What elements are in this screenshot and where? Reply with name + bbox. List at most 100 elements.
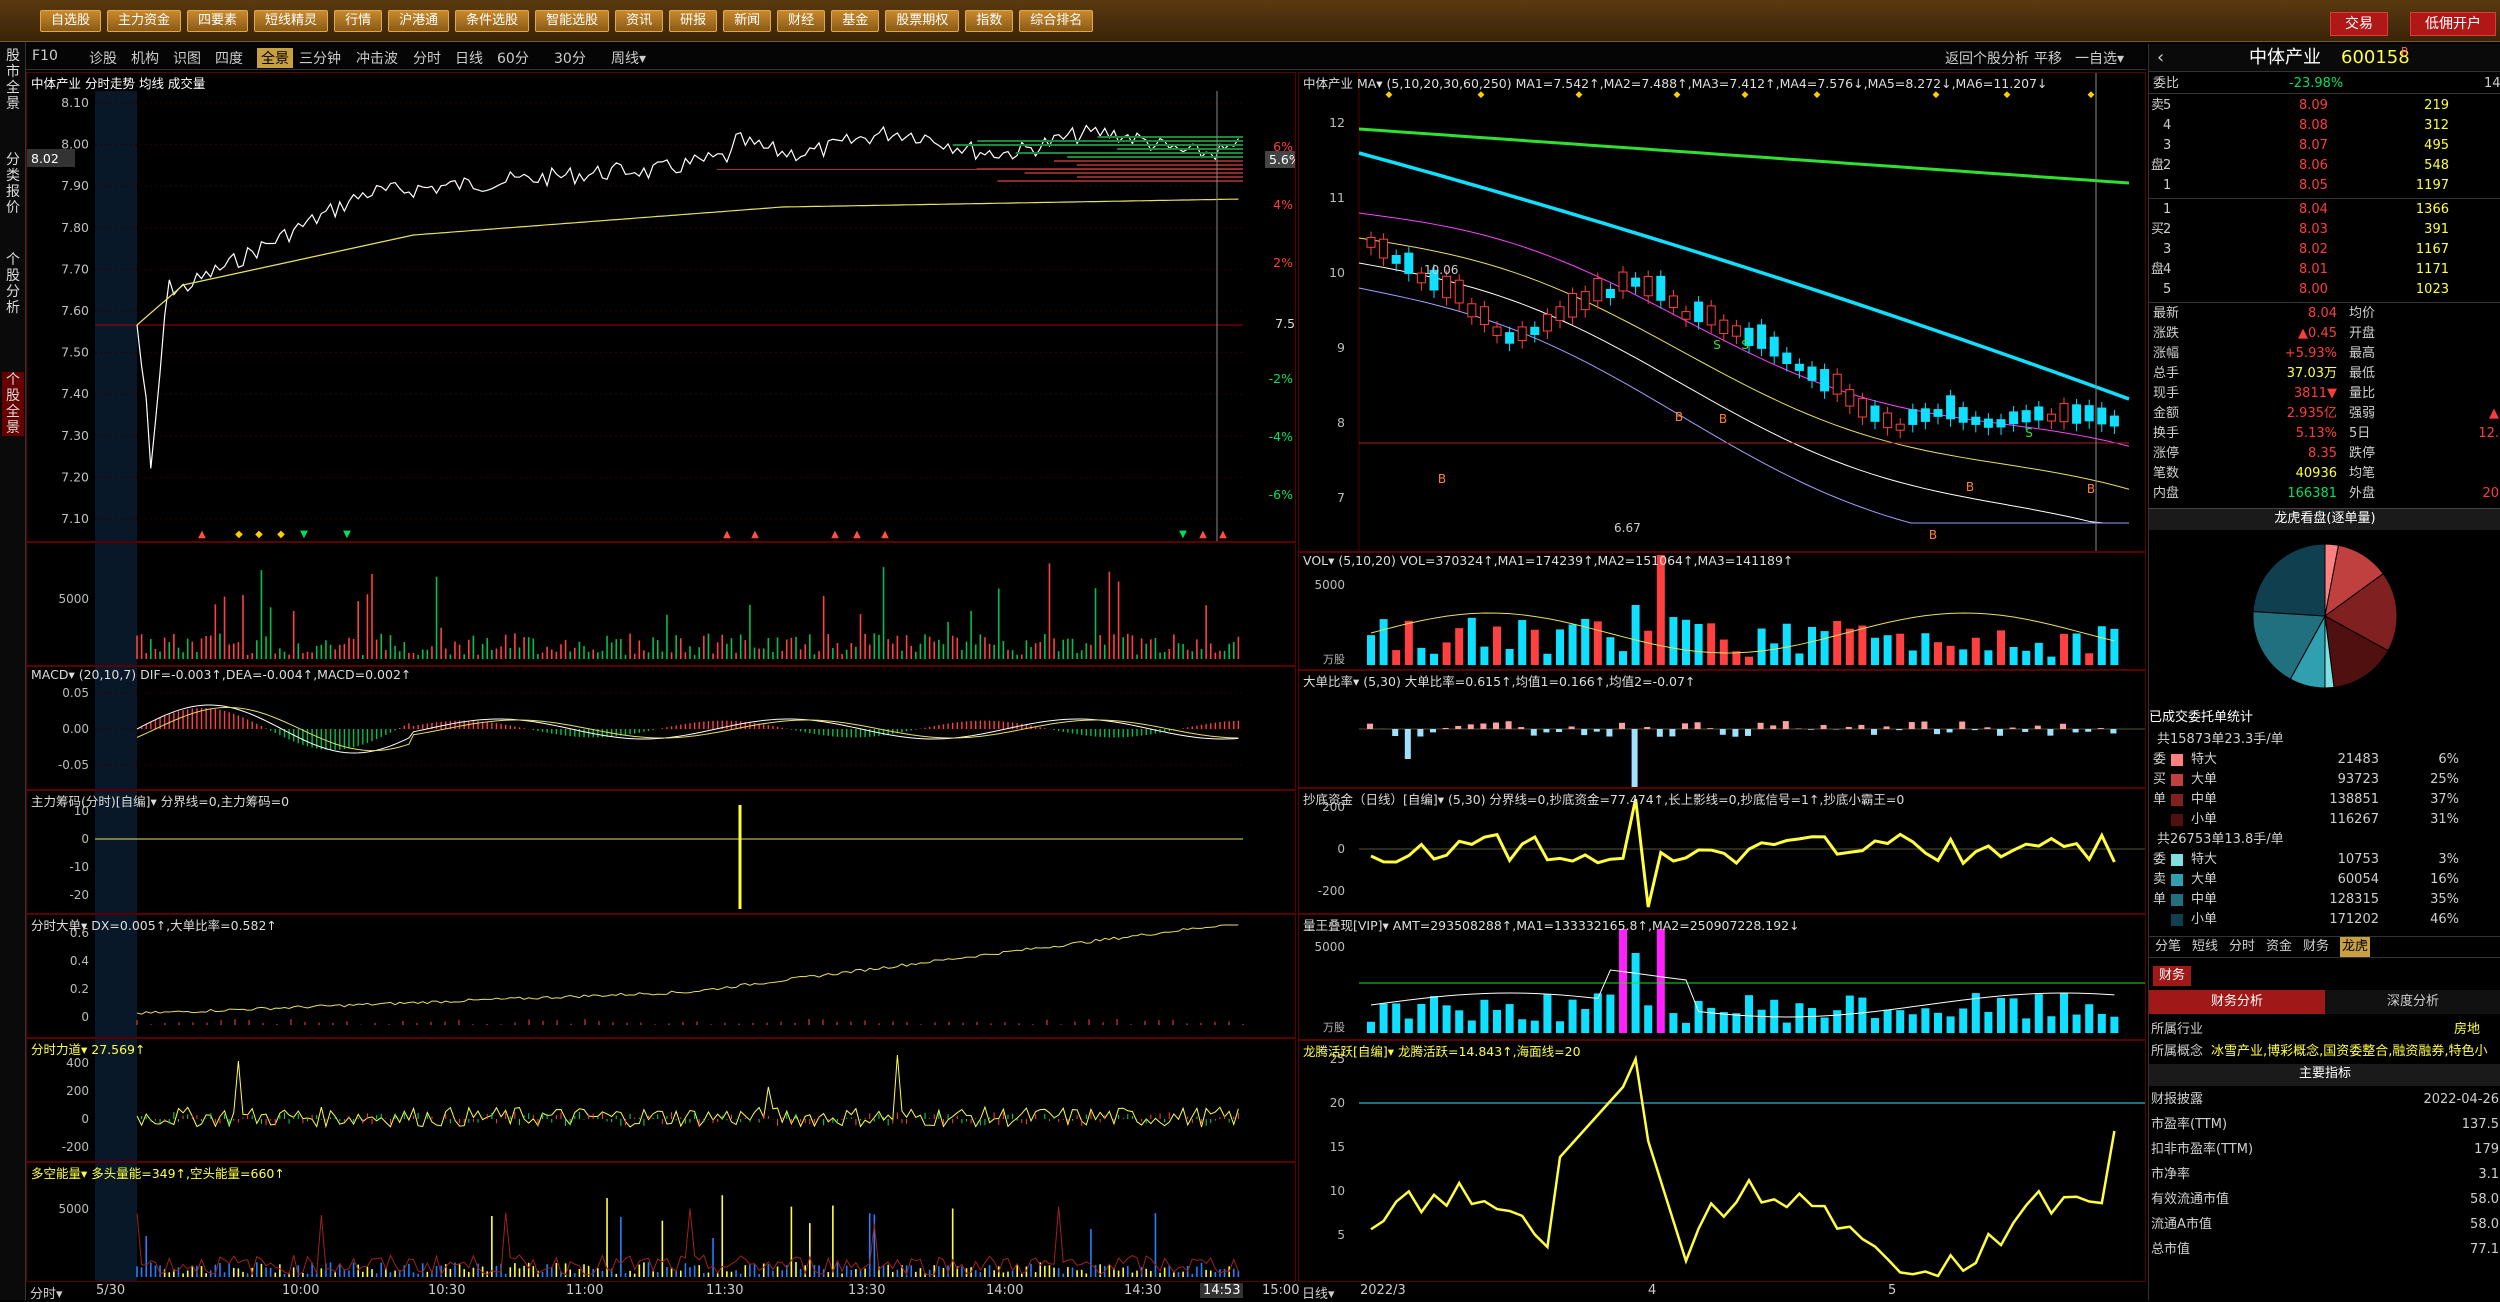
toolbar-right-1[interactable]: 平移 [2034,48,2062,68]
quote-tab-5[interactable]: 龙虎 [2340,937,2370,957]
daily-price-tick: 10 [1329,265,1345,280]
lt-tick: 15 [1330,1140,1345,1154]
fin-subtab-0[interactable]: 财务分析 [2149,990,2325,1014]
sell-level-3[interactable]: 盘28.06548 [2149,156,2500,176]
back-icon[interactable]: ‹ [2157,44,2164,72]
stat-row-7: 涨停8.35跌停 [2149,444,2500,464]
daily-kline-chart[interactable]: 121110987◆◆◆◆◆◆◆◆◆10.066.67BBSSBBBSB [1299,73,2145,551]
quote-tab-1[interactable]: 短线 [2192,937,2218,957]
macd-header: MACD▾ (20,10,7) DIF=-0.003↑,DEA=-0.004↑,… [31,667,411,682]
candle-body [1682,312,1690,320]
dragon-active-chart[interactable]: 252015105 [1299,1041,2145,1281]
buy-level-2[interactable]: 38.021167 [2149,240,2500,260]
menu-item-1[interactable]: 主力资金 [107,10,181,32]
sell-level-1[interactable]: 48.08312 [2149,116,2500,136]
quote-tab-3[interactable]: 资金 [2266,937,2292,957]
menu-item-13[interactable]: 股票期权 [885,10,959,32]
cd-line [1371,799,2114,907]
daily-volume-bar [1909,650,1917,665]
sidebar-tab-panorama[interactable]: 个股全景 [2,372,24,436]
bs-signal: B [1966,480,1974,494]
ddb-bar [1480,723,1486,729]
time-label[interactable]: 分时▾ [30,1283,63,1302]
ddb-bar [1657,729,1663,737]
sidebar-tab-category[interactable]: 分类报价 [2,152,24,216]
sell-level-2[interactable]: 38.07495 [2149,136,2500,156]
signal-marker: ◆ [255,529,263,540]
event-marker: ◆ [2088,90,2095,100]
menu-item-14[interactable]: 指数 [965,10,1013,32]
toolbar-item-5[interactable]: 全景 [257,48,293,68]
intraday-volume-chart[interactable]: 5000 [27,543,1295,665]
menu-item-3[interactable]: 短线精灵 [254,10,328,32]
candle-body [2035,407,2043,420]
force-chart[interactable]: 4002000-200 [27,1039,1295,1161]
ddb-bar [1947,729,1953,732]
trade-button[interactable]: 交易 [2330,12,2388,36]
fin-tab[interactable]: 财务 [2153,966,2191,986]
menu-item-8[interactable]: 资讯 [615,10,663,32]
date-label[interactable]: 日线▾ [1302,1283,1335,1302]
toolbar-item-0[interactable]: F10 [32,48,58,64]
candle-body [1972,417,1980,424]
fin-subtab-1[interactable]: 深度分析 [2325,990,2500,1014]
toolbar-item-4[interactable]: 四度 [215,48,243,68]
menu-item-11[interactable]: 财经 [777,10,825,32]
menu-item-15[interactable]: 综合排名 [1019,10,1093,32]
menu-item-7[interactable]: 智能选股 [535,10,609,32]
lt-tick: 10 [1330,1184,1345,1198]
toolbar-item-7[interactable]: 冲击波 [356,48,398,68]
buy-level-4[interactable]: 58.001023 [2149,280,2500,300]
quote-tab-4[interactable]: 财务 [2303,937,2329,957]
menu-item-2[interactable]: 四要素 [187,10,248,32]
sell-price: 8.06 [2299,156,2328,176]
order-count: 128315 [2299,890,2379,910]
daily-volume-bar [1884,635,1892,665]
sell-level-0[interactable]: 卖58.09219 [2149,96,2500,116]
daily-price-tick: 11 [1329,190,1345,205]
toolbar-item-6[interactable]: 三分钟 [299,48,341,68]
force-line [137,1055,1238,1127]
toolbar-item-1[interactable]: 诊股 [89,48,117,68]
toolbar-item-10[interactable]: 60分 [497,48,529,68]
macd-chart[interactable]: 0.050.00-0.05 [27,667,1295,789]
daily-price-tick: 12 [1329,115,1345,130]
menu-item-5[interactable]: 沪港通 [388,10,449,32]
daily-price-tick: 9 [1337,340,1345,355]
main-label: 财报披露 [2151,1090,2203,1110]
toolbar-right-2[interactable]: 一自选▾ [2075,48,2124,68]
menu-item-0[interactable]: 自选股 [40,10,101,32]
toolbar-item-11[interactable]: 30分 [554,48,586,68]
menu-item-10[interactable]: 新闻 [723,10,771,32]
quote-tab-0[interactable]: 分笔 [2155,937,2181,957]
toolbar-item-12[interactable]: 周线▾ [611,48,646,68]
menu-item-9[interactable]: 研报 [669,10,717,32]
sidebar-tab-overview[interactable]: 股市全景 [2,48,24,112]
main-row-1: 市盈率(TTM)137.5 [2149,1115,2500,1135]
time-label: 14:53 [1200,1283,1243,1298]
toolbar-right-0[interactable]: 返回个股分析 [1945,48,2029,68]
lt-line [1371,1059,2114,1276]
menu-item-4[interactable]: 行情 [334,10,382,32]
sell-level-4[interactable]: 18.051197 [2149,176,2500,196]
buy-level-0[interactable]: 18.041366 [2149,200,2500,220]
buy-level-3[interactable]: 盘48.011171 [2149,260,2500,280]
sell-price: 8.07 [2299,136,2328,156]
daily-volume-chart[interactable]: 5000万股 [1299,553,2145,669]
lowfee-button[interactable]: 低佣开户 [2410,12,2496,36]
ddb-bar [1606,729,1612,737]
preopen-hatch [95,543,137,665]
toolbar-item-9[interactable]: 日线 [455,48,483,68]
toolbar-item-3[interactable]: 识图 [173,48,201,68]
toolbar-item-8[interactable]: 分时 [413,48,441,68]
menu-item-12[interactable]: 基金 [831,10,879,32]
bs-signal: B [1675,410,1683,424]
sidebar-tab-stock[interactable]: 个股分析 [2,252,24,316]
toolbar-item-2[interactable]: 机构 [131,48,159,68]
quote-tab-2[interactable]: 分时 [2229,937,2255,957]
ddb-bar [1896,729,1902,730]
buy-level-1[interactable]: 买28.03391 [2149,220,2500,240]
intraday-chart[interactable]: 8.108.007.907.807.707.607.507.407.307.20… [27,73,1295,541]
menu-item-6[interactable]: 条件选股 [455,10,529,32]
volking-bar [1543,994,1551,1033]
